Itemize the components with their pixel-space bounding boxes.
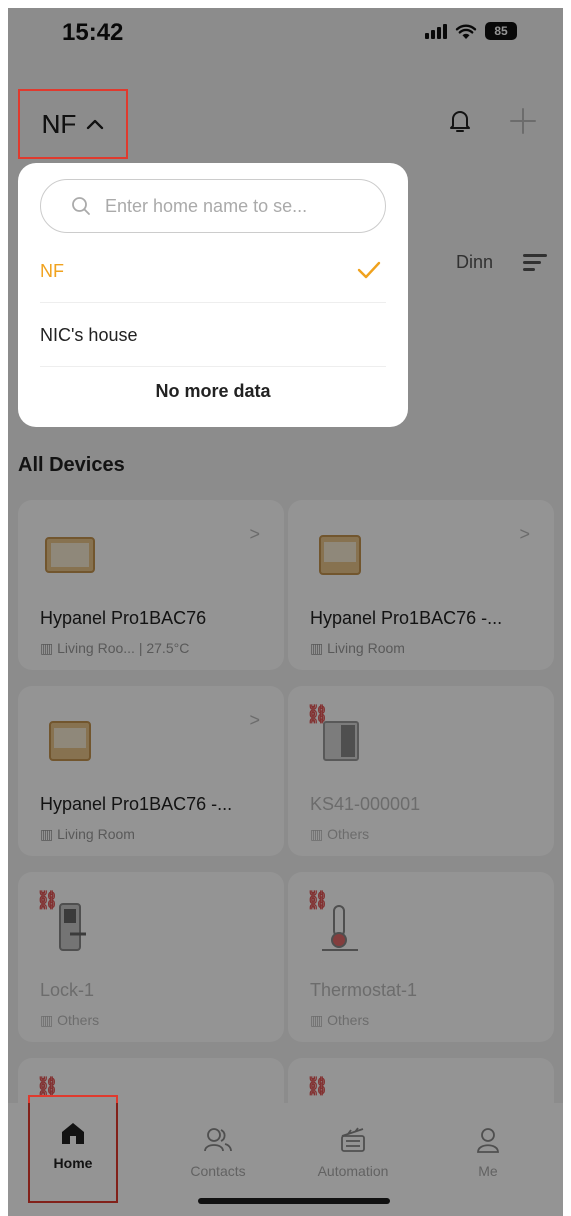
checkmark-icon [357, 261, 381, 279]
chevron-up-icon [87, 119, 104, 130]
search-icon [72, 197, 90, 215]
home-indicator[interactable] [198, 1198, 390, 1204]
home-option-nf[interactable]: NF [40, 241, 386, 303]
home-search-field[interactable] [40, 179, 386, 233]
home-option-label: NIC's house [40, 325, 138, 345]
home-option-nics-house[interactable]: NIC's house [40, 305, 386, 367]
home-switcher-active[interactable]: NF [18, 89, 128, 159]
home-name: NF [41, 108, 77, 139]
home-option-label: NF [40, 261, 64, 281]
app-screen: 15:42 85 NF Dinn All Devices > Hypanel P… [8, 8, 563, 1216]
home-dropdown: NF NIC's house No more data [18, 163, 408, 427]
no-more-data-label: No more data [155, 381, 271, 401]
search-input[interactable] [105, 195, 355, 217]
